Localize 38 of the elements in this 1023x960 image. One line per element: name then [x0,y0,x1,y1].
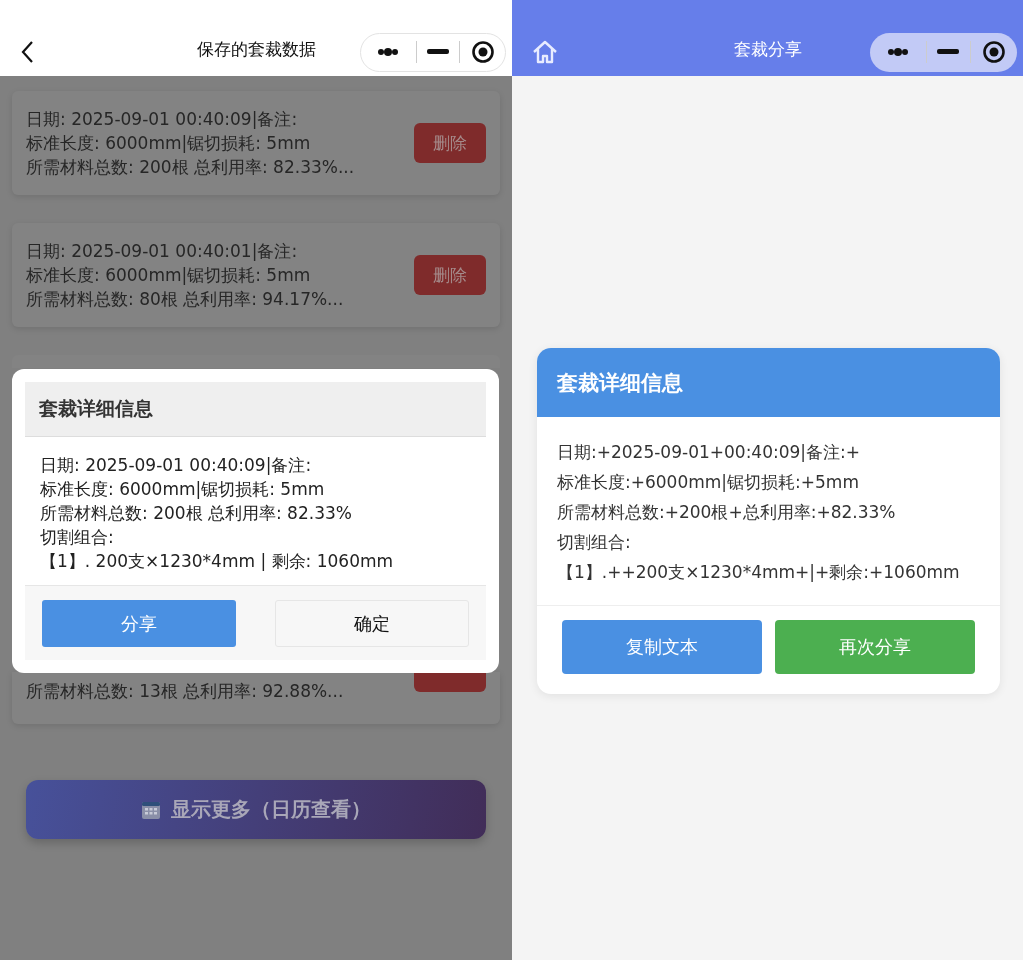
back-icon[interactable] [20,40,34,64]
detail-line: 所需材料总数: 200根 总利用率: 82.33% [40,502,353,525]
detail-line: 标准长度:+6000mm|锯切损耗:+5mm [557,471,860,494]
page-title: 套裁分享 [733,38,802,61]
record-line: 所需材料总数: 80根 总利用率: 94.17%... [26,288,344,311]
detail-line: 日期:+2025-09-01+00:40:09|备注:+ [557,441,862,464]
minimize-icon[interactable] [937,49,960,55]
share-again-button[interactable]: 再次分享 [775,620,975,674]
confirm-button[interactable]: 确定 [275,600,469,647]
record-card[interactable]: 所需材料总数: 13根 总利用率: 92.88%... [12,672,500,724]
detail-line: 所需材料总数:+200根+总利用率:+82.33% [557,501,897,524]
card-title: 套裁详细信息 [557,369,683,397]
home-icon[interactable] [532,40,558,64]
record-line: 标准长度: 6000mm|锯切损耗: 5mm [26,264,312,287]
page-title: 保存的套裁数据 [196,38,316,61]
detail-line: 日期: 2025-09-01 00:40:09|备注: [40,454,313,477]
delete-button[interactable]: 删除 [414,123,486,163]
close-icon[interactable] [470,40,495,64]
calendar-icon [141,799,161,820]
detail-line: 标准长度: 6000mm|锯切损耗: 5mm [40,478,326,501]
delete-button[interactable]: 删除 [414,255,486,295]
record-line: 日期: 2025-09-01 00:40:09|备注: [26,108,299,131]
record-line: 标准长度: 6000mm|锯切损耗: 5mm [26,132,312,155]
detail-line: 切割组合: [557,531,632,554]
record-card[interactable]: 日期: 2025-09-01 00:40:09|备注: 标准长度: 6000mm|锯切损耗: 5mm 所需材料总数: 200根 总利用率: 82.33%... 删除 [12,91,500,195]
record-line: 日期: 2025-09-01 00:40:01|备注: [26,240,299,263]
copy-text-button[interactable]: 复制文本 [562,620,762,674]
dialog-title: 套裁详细信息 [39,396,153,421]
record-line: 所需材料总数: 13根 总利用率: 92.88%... [26,680,344,703]
detail-line: 【1】. 200支×1230*4mm | 剩余: 1060mm [40,550,395,573]
close-icon[interactable] [982,40,1007,64]
record-card[interactable]: 日期: 2025-09-01 00:40:01|备注: 标准长度: 6000mm|锯切损耗: 5mm 所需材料总数: 80根 总利用率: 94.17%... 删除 [12,223,500,327]
record-line: 所需材料总数: 200根 总利用率: 82.33%... [26,156,355,179]
show-more-button[interactable]: 显示更多（日历查看） [26,780,486,839]
minimize-icon[interactable] [427,49,449,55]
detail-line: 【1】.++200支×1230*4mm+|+剩余:+1060mm [557,561,961,584]
share-button[interactable]: 分享 [42,600,236,647]
detail-line: 切割组合: [40,526,115,549]
